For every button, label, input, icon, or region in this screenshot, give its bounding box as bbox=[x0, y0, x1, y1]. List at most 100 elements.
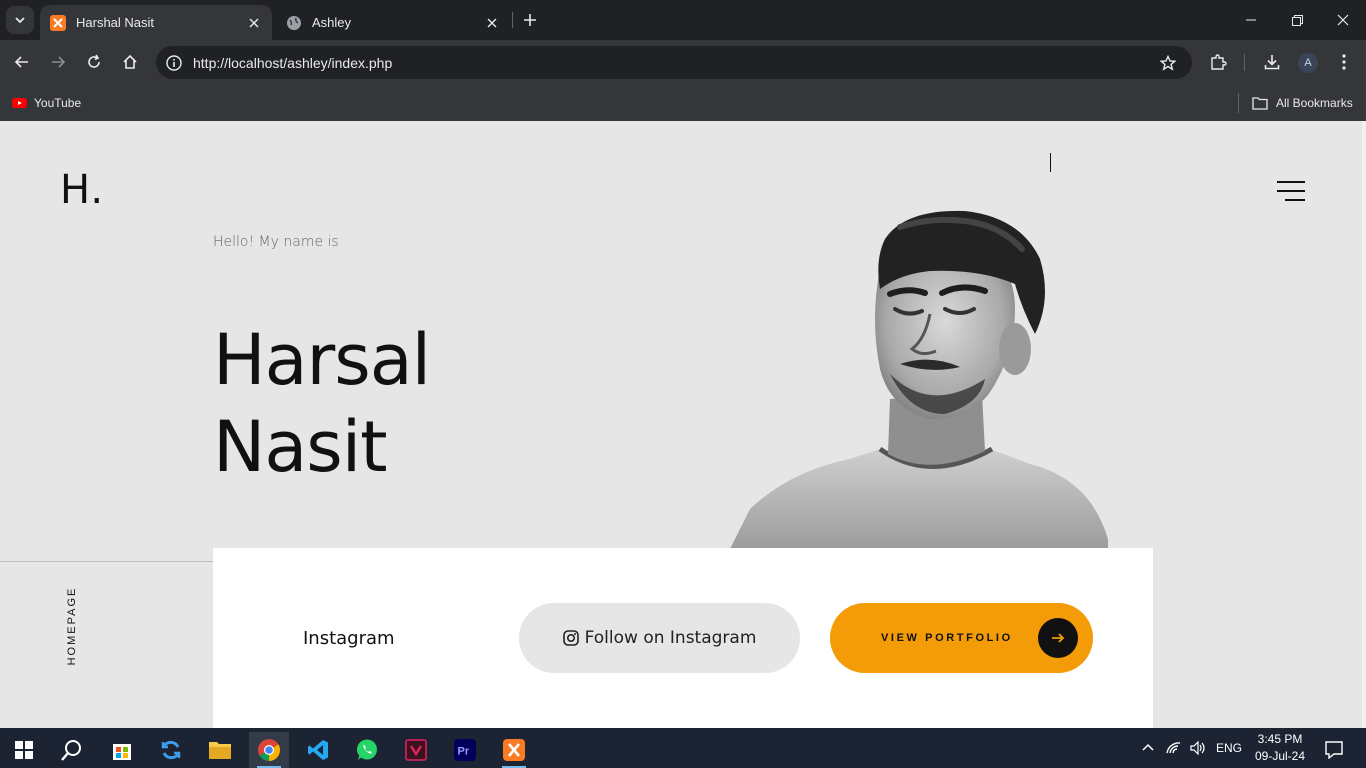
taskbar-file-explorer[interactable] bbox=[200, 732, 240, 768]
store-icon bbox=[113, 744, 131, 760]
clock-time: 3:45 PM bbox=[1257, 732, 1303, 746]
bookmark-youtube[interactable]: YouTube bbox=[12, 93, 81, 113]
close-tab-icon[interactable] bbox=[484, 15, 500, 31]
all-bookmarks-button[interactable]: All Bookmarks bbox=[1252, 93, 1353, 113]
tab-ashley[interactable]: Ashley bbox=[276, 5, 510, 40]
profile-avatar[interactable]: A bbox=[1298, 53, 1318, 73]
globe-icon bbox=[286, 15, 302, 31]
taskbar-whatsapp[interactable] bbox=[347, 732, 387, 768]
taskbar-sync[interactable] bbox=[151, 732, 191, 768]
tab-search-button[interactable] bbox=[6, 6, 34, 34]
tab-strip: Harshal Nasit Ashley bbox=[0, 0, 1366, 40]
chrome-icon bbox=[258, 739, 280, 761]
media-icon bbox=[405, 739, 427, 761]
language-indicator[interactable]: ENG bbox=[1216, 741, 1242, 755]
hero-name-line2: Nasit bbox=[213, 406, 388, 488]
follow-instagram-label: Follow on Instagram bbox=[584, 628, 757, 648]
extensions-button[interactable] bbox=[1206, 50, 1230, 74]
toolbar-divider bbox=[1244, 54, 1245, 71]
page-viewport: H. Hello! My name is Harsal Nasit HOMEPA… bbox=[0, 121, 1362, 728]
file-explorer-icon bbox=[209, 742, 231, 759]
system-tray: ENG bbox=[1142, 728, 1242, 768]
text-cursor bbox=[1050, 153, 1051, 172]
taskbar-vscode[interactable] bbox=[298, 732, 338, 768]
all-bookmarks-label: All Bookmarks bbox=[1276, 96, 1353, 110]
close-tab-icon[interactable] bbox=[246, 15, 262, 31]
taskbar-premiere[interactable]: Pr bbox=[445, 732, 485, 768]
site-info-icon[interactable] bbox=[164, 53, 184, 73]
view-portfolio-label: VIEW PORTFOLIO bbox=[881, 632, 1013, 644]
taskbar-chrome[interactable] bbox=[249, 732, 289, 768]
taskbar-clock[interactable]: 3:45 PM 09-Jul-24 bbox=[1250, 731, 1310, 765]
forward-button[interactable] bbox=[46, 50, 70, 74]
xampp-favicon-icon bbox=[50, 14, 66, 31]
windows-taskbar: Pr ENG 3:45 PM 09-Jul-24 bbox=[0, 728, 1366, 768]
section-divider bbox=[0, 561, 213, 562]
sync-icon bbox=[161, 740, 181, 760]
browser-toolbar: http://localhost/ashley/index.php A bbox=[0, 40, 1366, 85]
chevron-down-icon bbox=[15, 17, 25, 24]
puzzle-icon bbox=[1211, 54, 1227, 70]
hero-name-line1: Harsal bbox=[213, 319, 431, 401]
hamburger-line bbox=[1285, 199, 1305, 201]
start-icon bbox=[15, 741, 33, 759]
volume-icon[interactable] bbox=[1190, 741, 1206, 755]
arrow-left-icon bbox=[14, 56, 28, 68]
taskbar-media-app[interactable] bbox=[396, 732, 436, 768]
taskbar-store[interactable] bbox=[102, 732, 142, 768]
back-button[interactable] bbox=[10, 50, 34, 74]
xampp-icon bbox=[503, 739, 525, 761]
svg-text:Pr: Pr bbox=[458, 746, 470, 758]
portrait-photo bbox=[730, 210, 1108, 549]
tab-divider bbox=[512, 12, 513, 28]
tab-harshal-nasit[interactable]: Harshal Nasit bbox=[40, 5, 272, 40]
tab-title: Harshal Nasit bbox=[76, 15, 155, 30]
folder-icon bbox=[1252, 97, 1268, 110]
bookmarks-divider bbox=[1238, 93, 1239, 113]
restore-button[interactable] bbox=[1274, 0, 1320, 40]
start-button[interactable] bbox=[4, 732, 44, 768]
notification-icon bbox=[1325, 741, 1343, 759]
site-logo[interactable]: H. bbox=[60, 167, 104, 213]
vscode-icon bbox=[308, 740, 328, 760]
tab-title: Ashley bbox=[312, 15, 352, 30]
hamburger-line bbox=[1277, 181, 1305, 183]
follow-instagram-button[interactable]: Follow on Instagram bbox=[519, 603, 800, 673]
notifications-button[interactable] bbox=[1314, 732, 1354, 768]
minimize-button[interactable] bbox=[1228, 0, 1274, 40]
premiere-icon: Pr bbox=[454, 739, 476, 761]
page-scrollbar[interactable] bbox=[1362, 121, 1366, 728]
side-nav-label: HOMEPAGE bbox=[66, 586, 78, 666]
clock-date: 09-Jul-24 bbox=[1254, 749, 1306, 763]
tray-chevron-icon[interactable] bbox=[1142, 742, 1154, 754]
close-window-button[interactable] bbox=[1320, 0, 1366, 40]
home-button[interactable] bbox=[118, 50, 142, 74]
downloads-button[interactable] bbox=[1260, 50, 1284, 74]
new-tab-button[interactable] bbox=[520, 10, 540, 30]
card-label: Instagram bbox=[303, 628, 395, 649]
bookmark-label: YouTube bbox=[34, 96, 82, 110]
wifi-icon[interactable] bbox=[1166, 741, 1182, 755]
reload-icon bbox=[88, 54, 100, 68]
hero-name: Harsal Nasit bbox=[213, 317, 431, 491]
menu-toggle-button[interactable] bbox=[1277, 181, 1307, 205]
intro-text: Hello! My name is bbox=[213, 234, 339, 250]
hamburger-line bbox=[1277, 190, 1305, 192]
taskbar-search-button[interactable] bbox=[52, 732, 92, 768]
download-icon bbox=[1264, 55, 1280, 70]
bookmark-star-icon[interactable] bbox=[1156, 51, 1180, 75]
youtube-icon bbox=[12, 98, 27, 108]
menu-button[interactable] bbox=[1332, 50, 1356, 74]
plus-icon bbox=[524, 14, 536, 26]
url-text[interactable]: http://localhost/ashley/index.php bbox=[193, 55, 1156, 71]
arrow-right-icon bbox=[52, 56, 66, 68]
instagram-icon bbox=[562, 630, 579, 646]
social-card: Instagram Follow on Instagram VIEW PORTF… bbox=[213, 548, 1153, 728]
bookmarks-bar: YouTube All Bookmarks bbox=[0, 85, 1366, 121]
search-icon bbox=[61, 740, 81, 761]
address-bar[interactable]: http://localhost/ashley/index.php bbox=[156, 46, 1192, 79]
reload-button[interactable] bbox=[82, 50, 106, 74]
taskbar-xampp[interactable] bbox=[494, 732, 534, 768]
whatsapp-icon bbox=[357, 739, 377, 760]
view-portfolio-button[interactable]: VIEW PORTFOLIO bbox=[830, 603, 1093, 673]
